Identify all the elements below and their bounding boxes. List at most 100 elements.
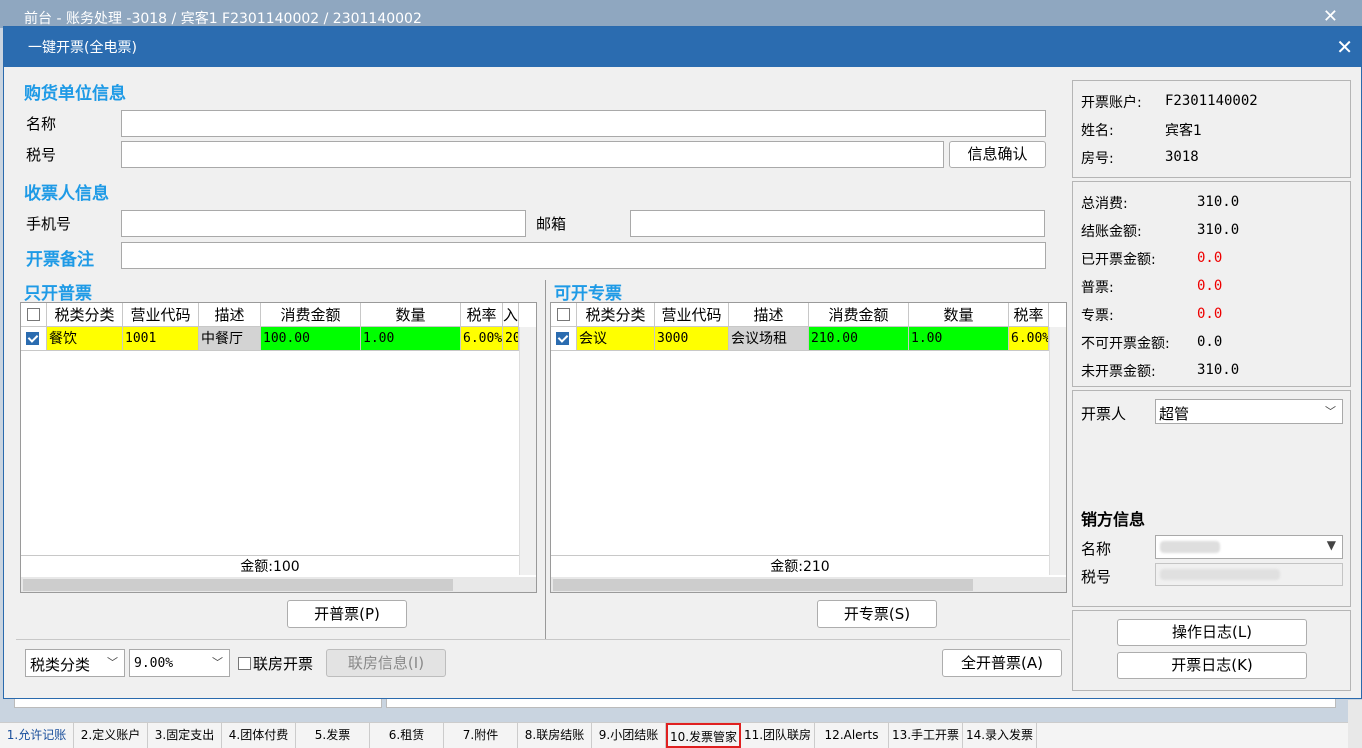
phone-label: 手机号: [26, 215, 72, 233]
tab-invoice-manager[interactable]: 10.发票管家: [666, 723, 741, 748]
tab-alerts[interactable]: 12.Alerts: [815, 723, 889, 748]
tab-attachment[interactable]: 7.附件: [444, 723, 518, 748]
normal-cell-desc[interactable]: 中餐厅: [199, 327, 261, 351]
normal-cell-extra[interactable]: 20: [503, 327, 519, 351]
remark-label: 开票备注: [26, 250, 94, 270]
normal-vertical-scrollbar[interactable]: [519, 327, 536, 575]
special-col-amount[interactable]: 消费金额: [809, 303, 909, 327]
grid-divider: [545, 280, 546, 639]
open-special-invoice-button[interactable]: 开专票(S): [817, 600, 937, 628]
receiver-section-title: 收票人信息: [24, 184, 109, 204]
special-cell-desc[interactable]: 会议场租: [729, 327, 809, 351]
email-input[interactable]: [630, 210, 1045, 237]
normal-cell-qty[interactable]: 1.00: [361, 327, 461, 351]
tax-rate-value: 9.00%: [134, 656, 174, 671]
tab-define-account[interactable]: 2.定义账户: [74, 723, 148, 748]
table-row[interactable]: [551, 327, 577, 351]
normal-total: 金额:100: [21, 555, 519, 577]
issuer-value: 超管: [1159, 405, 1190, 423]
outer-close-icon[interactable]: ✕: [1323, 6, 1338, 27]
totals-panel: 总消费: 310.0 结账金额: 310.0 已开票金额: 0.0 普票: 0.…: [1072, 181, 1351, 387]
buyer-name-input[interactable]: [121, 110, 1046, 137]
info-confirm-button[interactable]: 信息确认: [949, 141, 1046, 168]
normal-cell-amount[interactable]: 100.00: [261, 327, 361, 351]
special-invoice-label: 专票:: [1081, 308, 1114, 324]
buyer-tax-input[interactable]: [121, 141, 944, 168]
normal-select-all-header: [21, 303, 47, 327]
tab-allow-posting[interactable]: 1.允许记账: [0, 723, 74, 748]
special-row-checkbox[interactable]: [556, 332, 569, 345]
special-select-all-checkbox[interactable]: [557, 308, 570, 321]
normal-horizontal-scrollbar[interactable]: [21, 577, 536, 592]
special-horizontal-scrollbar[interactable]: [551, 577, 1066, 592]
special-vertical-scrollbar[interactable]: [1049, 327, 1066, 575]
issuer-seller-panel: 开票人 超管 ﹀ 销方信息 名称 ▼ 税号: [1072, 390, 1351, 607]
uninvoiced-amount-label: 未开票金额:: [1081, 364, 1156, 380]
normal-cell-category[interactable]: 餐饮: [47, 327, 123, 351]
tab-small-group-checkout[interactable]: 9.小团结账: [592, 723, 666, 748]
tab-fixed-expense[interactable]: 3.固定支出: [148, 723, 222, 748]
normal-col-amount[interactable]: 消费金额: [261, 303, 361, 327]
remark-input[interactable]: [121, 242, 1046, 269]
special-col-category[interactable]: 税类分类: [577, 303, 655, 327]
open-normal-invoice-button[interactable]: 开普票(P): [287, 600, 407, 628]
special-col-code[interactable]: 营业代码: [655, 303, 729, 327]
window-scrollbar[interactable]: [1348, 700, 1362, 748]
normal-col-code[interactable]: 营业代码: [123, 303, 199, 327]
tab-team-linked-room[interactable]: 11.团队联房: [741, 723, 815, 748]
special-cell-code[interactable]: 3000: [655, 327, 729, 351]
normal-scroll-thumb[interactable]: [23, 579, 453, 591]
normal-select-all-checkbox[interactable]: [27, 308, 40, 321]
table-row[interactable]: [21, 327, 47, 351]
normal-row-checkbox[interactable]: [26, 332, 39, 345]
email-label: 邮箱: [536, 215, 567, 233]
tax-category-value: 税类分类: [30, 656, 91, 674]
normal-col-qty[interactable]: 数量: [361, 303, 461, 327]
dialog-close-icon[interactable]: ✕: [1336, 35, 1353, 59]
special-invoice-value: 0.0: [1197, 306, 1223, 322]
normal-invoice-label: 普票:: [1081, 280, 1114, 296]
outer-window-title: 前台 - 账务处理 -3018 / 宾客1 F2301140002 / 2301…: [24, 11, 422, 27]
tax-rate-select[interactable]: 9.00% ﹀: [129, 649, 230, 677]
special-col-rate[interactable]: 税率: [1009, 303, 1049, 327]
normal-cell-code[interactable]: 1001: [123, 327, 199, 351]
tax-category-select[interactable]: 税类分类 ﹀: [25, 649, 125, 677]
seller-name-select[interactable]: ▼: [1155, 535, 1343, 559]
link-room-checkbox[interactable]: [238, 657, 251, 670]
issuer-select[interactable]: 超管 ﹀: [1155, 399, 1343, 424]
background-field-left: [14, 699, 382, 708]
special-invoice-grid: 税类分类 营业代码 描述 消费金额 数量 税率 会议 3000 会议场租 210…: [550, 302, 1067, 593]
link-room-label[interactable]: 联房开票: [253, 653, 313, 674]
normal-cell-rate[interactable]: 6.00%: [461, 327, 503, 351]
tab-group-payment[interactable]: 4.团体付费: [222, 723, 296, 748]
tab-lease[interactable]: 6.租赁: [370, 723, 444, 748]
special-scroll-thumb[interactable]: [553, 579, 973, 591]
invoice-log-button[interactable]: 开票日志(K): [1117, 652, 1307, 679]
normal-col-extra[interactable]: 入: [503, 303, 519, 327]
invoice-dialog: 一键开票(全电票) ✕ 购货单位信息 名称 税号 信息确认 收票人信息 手机号 …: [3, 26, 1362, 699]
phone-input[interactable]: [121, 210, 526, 237]
special-cell-rate[interactable]: 6.00%: [1009, 327, 1049, 351]
seller-tax-label: 税号: [1081, 568, 1112, 586]
open-all-normal-button[interactable]: 全开普票(A): [942, 649, 1062, 677]
seller-tax-field: [1155, 563, 1343, 586]
tab-linked-room-checkout[interactable]: 8.联房结账: [518, 723, 592, 748]
blurred-seller-name: [1160, 541, 1220, 553]
normal-col-rate[interactable]: 税率: [461, 303, 503, 327]
special-cell-category[interactable]: 会议: [577, 327, 655, 351]
invoiced-amount-label: 已开票金额:: [1081, 252, 1156, 268]
link-room-info-button[interactable]: 联房信息(I): [326, 649, 446, 677]
account-label: 开票账户:: [1081, 95, 1142, 111]
special-col-qty[interactable]: 数量: [909, 303, 1009, 327]
normal-col-desc[interactable]: 描述: [199, 303, 261, 327]
normal-col-category[interactable]: 税类分类: [47, 303, 123, 327]
special-cell-amount[interactable]: 210.00: [809, 327, 909, 351]
tab-manual-invoice[interactable]: 13.手工开票: [889, 723, 963, 748]
special-cell-qty[interactable]: 1.00: [909, 327, 1009, 351]
operation-log-button[interactable]: 操作日志(L): [1117, 619, 1307, 646]
special-col-desc[interactable]: 描述: [729, 303, 809, 327]
tab-invoice[interactable]: 5.发票: [296, 723, 370, 748]
total-consumption-label: 总消费:: [1081, 196, 1128, 212]
tab-enter-invoice[interactable]: 14.录入发票: [963, 723, 1037, 748]
blurred-seller-tax: [1160, 569, 1280, 580]
